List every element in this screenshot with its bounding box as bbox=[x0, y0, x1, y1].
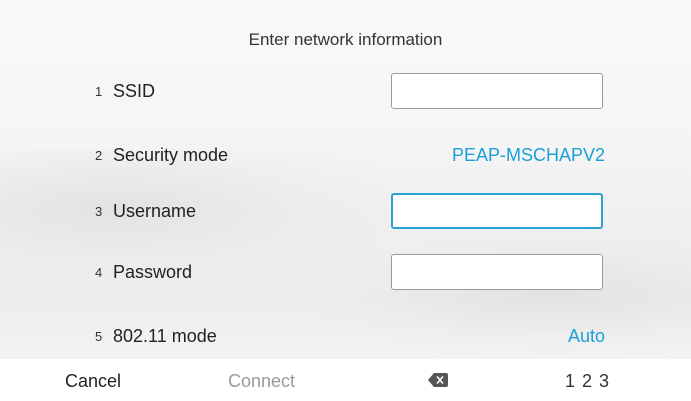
username-label: Username bbox=[113, 201, 197, 221]
backspace-icon[interactable] bbox=[428, 373, 448, 387]
username-number: 3 bbox=[95, 204, 103, 219]
connect-button[interactable]: Connect bbox=[228, 371, 295, 392]
password-input[interactable] bbox=[391, 254, 603, 290]
wifi-mode-value[interactable]: Auto bbox=[568, 326, 605, 347]
security-mode-value[interactable]: PEAP-MSCHAPV2 bbox=[452, 145, 605, 166]
username-row: 3 Username bbox=[95, 193, 615, 233]
cancel-button[interactable]: Cancel bbox=[65, 371, 121, 392]
ssid-label: SSID bbox=[113, 81, 156, 101]
dialog-title: Enter network information bbox=[248, 30, 443, 49]
ssid-number: 1 bbox=[95, 84, 103, 99]
ssid-row: 1 SSID bbox=[95, 73, 615, 113]
password-row: 4 Password bbox=[95, 254, 615, 294]
wifi-mode-number: 5 bbox=[95, 329, 103, 344]
password-label: Password bbox=[113, 262, 193, 282]
wifi-mode-label: 802.11 mode bbox=[113, 326, 217, 346]
ssid-input[interactable] bbox=[391, 73, 603, 109]
password-number: 4 bbox=[95, 265, 103, 280]
security-mode-label: Security mode bbox=[113, 145, 229, 165]
security-mode-row[interactable]: 2 Security mode PEAP-MSCHAPV2 bbox=[95, 137, 615, 177]
wifi-mode-row[interactable]: 5 802.11 mode Auto bbox=[95, 318, 615, 358]
keyboard-action-bar: Cancel Connect 1 2 3 bbox=[0, 359, 691, 401]
security-mode-number: 2 bbox=[95, 148, 103, 163]
numeric-keyboard-button[interactable]: 1 2 3 bbox=[565, 371, 610, 392]
network-setup-screen: Enter network information 1 SSID 2 Secur… bbox=[0, 0, 691, 401]
username-input[interactable] bbox=[391, 193, 603, 229]
